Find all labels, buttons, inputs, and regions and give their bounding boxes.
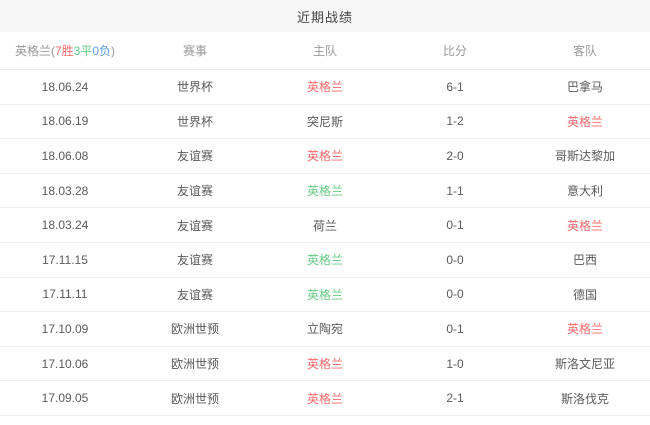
- away-team: 英格兰: [566, 114, 603, 129]
- home-team: 英格兰: [306, 391, 343, 406]
- away-team: 斯洛伐克: [560, 391, 609, 406]
- score: 0-1: [446, 218, 464, 233]
- home-team: 英格兰: [306, 357, 343, 372]
- score: 2-0: [446, 148, 464, 163]
- competition: 世界杯: [176, 114, 213, 129]
- competition: 世界杯: [176, 80, 213, 95]
- table-row: 18.06.08 友谊赛 英格兰 2-0 哥斯达黎加: [0, 139, 650, 174]
- wins-count: 7胜: [54, 44, 74, 58]
- score: 6-1: [446, 79, 464, 94]
- table-row: 17.10.09 欧洲世预 立陶宛 0-1 英格兰: [0, 312, 650, 347]
- competition: 欧洲世预: [170, 322, 219, 337]
- away-team: 德国: [572, 287, 597, 302]
- table-row: 17.09.05 欧洲世预 英格兰 2-1 斯洛伐克: [0, 381, 650, 416]
- away-team: 哥斯达黎加: [554, 149, 615, 164]
- away-team: 英格兰: [566, 218, 603, 233]
- draws-count: 3平: [73, 44, 93, 58]
- match-date: 18.06.08: [41, 148, 89, 163]
- home-team: 英格兰: [306, 149, 343, 164]
- score: 2-1: [446, 391, 464, 406]
- competition: 欧洲世预: [170, 357, 219, 372]
- match-date: 17.09.05: [41, 391, 89, 406]
- col-header-score: 比分: [442, 44, 467, 58]
- competition: 欧洲世预: [170, 391, 219, 406]
- match-date: 17.11.11: [42, 287, 88, 302]
- away-team: 巴拿马: [566, 80, 603, 95]
- home-team: 英格兰: [306, 184, 343, 199]
- match-date: 17.11.15: [42, 252, 88, 267]
- panel-title-bar: 近期战绩: [0, 0, 650, 32]
- match-date: 18.03.24: [41, 218, 89, 233]
- table-row: 17.10.06 欧洲世预 英格兰 1-0 斯洛文尼亚: [0, 347, 650, 382]
- col-header-home-team: 主队: [312, 44, 337, 58]
- score: 0-0: [446, 252, 464, 267]
- table-row: 17.11.15 友谊赛 英格兰 0-0 巴西: [0, 243, 650, 278]
- home-team: 英格兰: [306, 253, 343, 268]
- home-team: 荷兰: [312, 218, 337, 233]
- record-close-paren: ): [111, 43, 116, 58]
- match-date: 18.03.28: [41, 183, 89, 198]
- away-team: 意大利: [566, 184, 603, 199]
- away-team: 英格兰: [566, 322, 603, 337]
- losses-count: 0负: [92, 44, 112, 58]
- panel-title: 近期战绩: [296, 9, 353, 25]
- table-body: 18.06.24 世界杯 英格兰 6-1 巴拿马 18.06.19 世界杯 突尼斯 1-2 英格兰…: [0, 70, 650, 416]
- competition: 友谊赛: [176, 218, 213, 233]
- table-row: 18.06.24 世界杯 英格兰 6-1 巴拿马: [0, 70, 650, 105]
- table-row: 18.03.24 友谊赛 荷兰 0-1 英格兰: [0, 208, 650, 243]
- competition: 友谊赛: [176, 287, 213, 302]
- score: 1-0: [446, 356, 464, 371]
- home-team: 突尼斯: [306, 114, 343, 129]
- col-header-competition: 赛事: [182, 44, 207, 58]
- match-date: 17.10.06: [41, 356, 89, 371]
- home-team: 英格兰: [306, 80, 343, 95]
- match-date: 17.10.09: [41, 321, 89, 336]
- table-row: 18.06.19 世界杯 突尼斯 1-2 英格兰: [0, 105, 650, 140]
- col-header-away-team: 客队: [572, 44, 597, 58]
- score: 0-0: [446, 287, 464, 302]
- away-team: 斯洛文尼亚: [554, 357, 615, 372]
- match-date: 18.06.19: [41, 114, 89, 129]
- home-team: 英格兰: [306, 287, 343, 302]
- home-team: 立陶宛: [306, 322, 343, 337]
- match-date: 18.06.24: [41, 79, 89, 94]
- results-table: 英格兰(7胜 3平 0负) 赛事 主队 比分 客队 18.06.24 世界杯 英格兰 6-…: [0, 32, 650, 416]
- team-summary-header: 英格兰(7胜 3平 0负): [0, 32, 130, 69]
- competition: 友谊赛: [176, 149, 213, 164]
- table-row: 17.11.11 友谊赛 英格兰 0-0 德国: [0, 278, 650, 313]
- score: 1-2: [446, 114, 464, 129]
- recent-results-panel: 近期战绩 英格兰(7胜 3平 0负) 赛事 主队 比分 客队 18.06.24 世界杯…: [0, 0, 650, 425]
- competition: 友谊赛: [176, 253, 213, 268]
- table-row: 18.03.28 友谊赛 英格兰 1-1 意大利: [0, 174, 650, 209]
- table-header-row: 英格兰(7胜 3平 0负) 赛事 主队 比分 客队: [0, 32, 650, 70]
- competition: 友谊赛: [176, 184, 213, 199]
- team-name: 英格兰: [14, 44, 51, 58]
- score: 0-1: [446, 321, 464, 336]
- away-team: 巴西: [572, 253, 597, 268]
- score: 1-1: [446, 183, 464, 198]
